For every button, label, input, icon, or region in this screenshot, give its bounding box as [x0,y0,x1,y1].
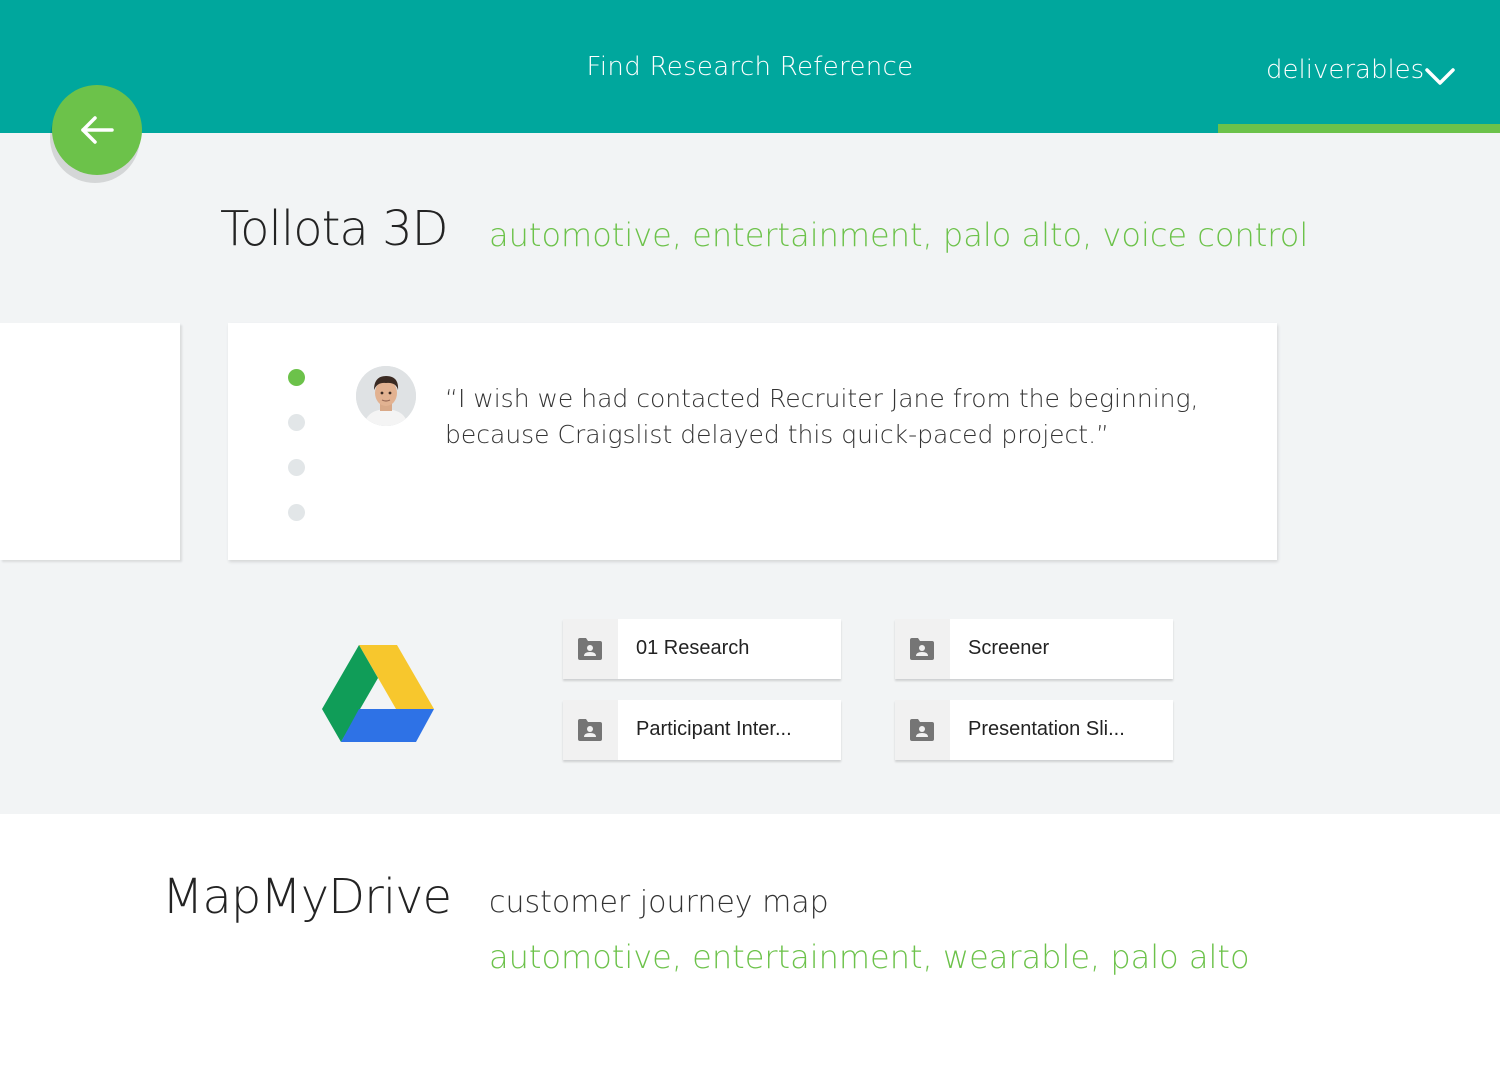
project-title[interactable]: Tollota 3D [220,201,449,257]
file-item[interactable]: Screener [895,619,1173,679]
previous-quote-card[interactable] [0,323,180,560]
quote-card: “I wish we had contacted Recruiter Jane … [228,323,1277,560]
file-item[interactable]: Participant Inter... [563,700,841,760]
arrow-left-icon [81,116,114,144]
file-name: Participant Inter... [636,718,792,740]
project-tags: automotive, entertainment, wearable, pal… [489,938,1250,976]
carousel-dot-4[interactable] [288,504,305,521]
file-item[interactable]: Presentation Sli... [895,700,1173,760]
back-button[interactable] [52,85,142,175]
shared-folder-icon [578,719,602,741]
chevron-down-icon [1425,68,1455,85]
file-name: Screener [968,637,1050,659]
carousel-dot-1[interactable] [288,369,305,386]
file-name: 01 Research [636,637,750,659]
google-drive-icon[interactable] [322,645,434,743]
project-subtitle: customer journey map [489,885,829,920]
active-tab-indicator [1218,124,1500,133]
shared-folder-icon [578,638,602,660]
deliverables-dropdown[interactable]: deliverables [1218,0,1500,133]
carousel-dot-3[interactable] [288,459,305,476]
project-title[interactable]: MapMyDrive [162,869,452,925]
carousel-dot-2[interactable] [288,414,305,431]
project-tags: automotive, entertainment, palo alto, vo… [489,216,1309,254]
shared-folder-icon [910,638,934,660]
app-header: Find Research Reference deliverables [0,0,1500,133]
file-item[interactable]: 01 Research [563,619,841,679]
file-name: Presentation Sli... [968,718,1125,740]
shared-folder-icon [910,719,934,741]
avatar [356,366,416,426]
deliverables-label: deliverables [1266,55,1425,85]
quote-text: “I wish we had contacted Recruiter Jane … [445,384,1199,449]
